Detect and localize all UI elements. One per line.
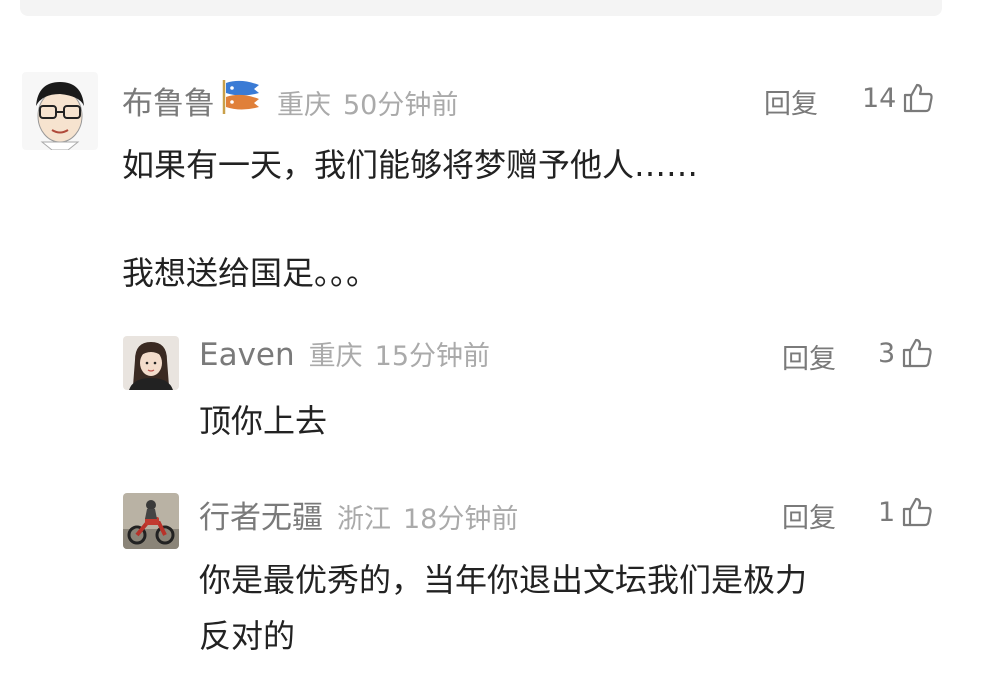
comment-text: 你是最优秀的，当年你退出文坛我们是极力 反对的 (199, 561, 808, 655)
avatar[interactable] (22, 72, 98, 150)
username[interactable]: 行者无疆 (199, 492, 323, 537)
avatar[interactable] (123, 336, 179, 390)
username[interactable]: 布鲁鲁 (122, 78, 215, 123)
woman-photo-avatar (123, 336, 179, 390)
location: 浙江 (337, 504, 391, 535)
like-count: 1 (878, 496, 896, 528)
like-count: 3 (878, 337, 896, 369)
timestamp: 50分钟前 (343, 90, 459, 121)
like-button[interactable]: 3 (878, 335, 933, 371)
like-button[interactable]: 1 (878, 494, 933, 530)
avatar[interactable] (123, 493, 179, 549)
comment-meta: 布鲁鲁 重庆 50分钟前 (122, 78, 458, 122)
cartoon-man-with-glasses-avatar (22, 72, 98, 150)
comment-meta: 行者无疆 浙江 18分钟前 (199, 492, 518, 536)
like-button[interactable]: 14 (862, 80, 934, 116)
location: 重庆 (277, 90, 331, 121)
reply-item: Eaven 重庆 15分钟前 回复 3 顶你上去 (0, 300, 991, 460)
thumbs-up-icon (902, 82, 934, 114)
motorcycle-rider-avatar (123, 493, 179, 549)
location: 重庆 (308, 341, 363, 372)
thumbs-up-icon (901, 496, 933, 528)
reply-item: 行者无疆 浙江 18分钟前 回复 1 你是最优秀的，当年你退出文坛我们是极力 反… (0, 460, 991, 682)
comment-text: 顶你上去 (199, 402, 328, 440)
comment-item: 布鲁鲁 重庆 50分钟前 回复 14 如果有一天，我们能够将梦赠予他人…… 我想… (0, 0, 991, 300)
thumbs-up-icon (901, 337, 933, 369)
timestamp: 15分钟前 (374, 341, 491, 372)
koi-flag-icon (221, 78, 263, 118)
username[interactable]: Eaven (199, 337, 295, 373)
comment-meta: Eaven 重庆 15分钟前 (199, 334, 490, 374)
comment-text: 如果有一天，我们能够将梦赠予他人…… (122, 146, 699, 184)
reply-button[interactable]: 回复 (782, 337, 836, 376)
reply-button[interactable]: 回复 (764, 82, 818, 121)
timestamp: 18分钟前 (403, 504, 519, 535)
like-count: 14 (862, 82, 897, 114)
reply-button[interactable]: 回复 (782, 496, 836, 535)
comment-text: 我想送给国足。。。 (122, 254, 379, 292)
